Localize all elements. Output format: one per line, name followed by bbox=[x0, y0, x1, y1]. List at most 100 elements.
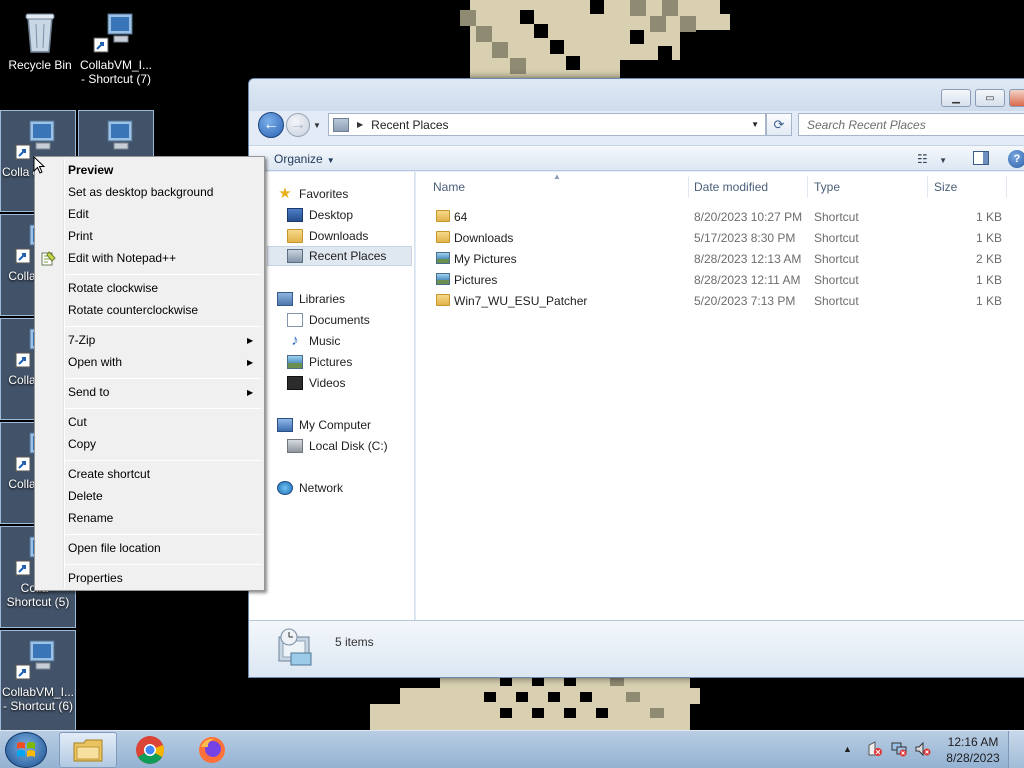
menu-item-send-to[interactable]: Send to bbox=[68, 385, 109, 399]
menu-item-edit[interactable]: Edit bbox=[68, 207, 89, 221]
menu-item-rotate-clockwise[interactable]: Rotate clockwise bbox=[68, 281, 158, 295]
help-button[interactable]: ? bbox=[1008, 150, 1024, 168]
column-divider[interactable] bbox=[927, 176, 928, 198]
file-type: Shortcut bbox=[814, 252, 859, 266]
search-input[interactable]: Search Recent Places bbox=[798, 113, 1024, 136]
file-size: 2 KB bbox=[976, 252, 1003, 266]
desktop-icon-collabvm-shortcut-7[interactable]: CollabVM_I... - Shortcut (7) bbox=[78, 4, 154, 106]
folder-icon bbox=[436, 210, 450, 222]
desktop-icon-recycle-bin[interactable]: Recycle Bin bbox=[2, 4, 78, 106]
command-bar: Organize ▼ ☷ ▼ ? bbox=[249, 145, 1024, 171]
desktop-icon-label: CollabVM_I... - Shortcut (7) bbox=[79, 58, 153, 86]
nav-pictures[interactable]: Pictures bbox=[287, 352, 352, 372]
show-desktop-button[interactable] bbox=[1008, 731, 1024, 768]
menu-item-cut[interactable]: Cut bbox=[68, 415, 87, 429]
nav-my-computer[interactable]: My Computer bbox=[277, 415, 371, 435]
nav-music[interactable]: ♪ Music bbox=[287, 331, 340, 351]
menu-item-rotate-counterclockwise[interactable]: Rotate counterclockwise bbox=[68, 303, 198, 317]
menu-item-edit-with-notepad-plus-plus[interactable]: Edit with Notepad++ bbox=[68, 251, 176, 265]
menu-item-set-as-desktop-background[interactable]: Set as desktop background bbox=[68, 185, 213, 199]
taskbar-windows-explorer-button[interactable] bbox=[59, 732, 117, 768]
volume-muted-icon[interactable] bbox=[915, 741, 931, 757]
star-icon: ★ bbox=[278, 185, 292, 202]
menu-item-print[interactable]: Print bbox=[68, 229, 93, 243]
menu-item-open-file-location[interactable]: Open file location bbox=[68, 541, 161, 555]
file-date: 5/17/2023 8:30 PM bbox=[694, 231, 796, 245]
menu-item-preview[interactable]: Preview bbox=[68, 163, 113, 177]
sort-ascending-icon: ▲ bbox=[553, 172, 561, 181]
nav-videos[interactable]: Videos bbox=[287, 373, 345, 393]
folder-icon bbox=[73, 739, 103, 762]
file-date: 5/20/2023 7:13 PM bbox=[694, 294, 796, 308]
breadcrumb-chevron-icon[interactable]: ▶ bbox=[357, 120, 363, 129]
close-button[interactable]: ✕ bbox=[1009, 89, 1024, 107]
file-type: Shortcut bbox=[814, 273, 859, 287]
column-header-date-modified[interactable]: Date modified bbox=[694, 180, 768, 194]
nav-label: Recent Places bbox=[309, 249, 387, 263]
nav-downloads[interactable]: Downloads bbox=[287, 226, 368, 246]
file-row[interactable]: My Pictures 8/28/2023 12:13 AM Shortcut … bbox=[416, 248, 1024, 269]
help-icon: ? bbox=[1013, 153, 1021, 165]
nav-label: Libraries bbox=[299, 292, 346, 306]
column-divider[interactable] bbox=[807, 176, 808, 198]
nav-favorites[interactable]: ★ Favorites bbox=[277, 184, 348, 204]
recent-pages-dropdown[interactable]: ▼ bbox=[313, 121, 321, 130]
start-button[interactable] bbox=[5, 732, 47, 768]
nav-label: Pictures bbox=[309, 355, 353, 369]
file-row[interactable]: Pictures 8/28/2023 12:11 AM Shortcut 1 K… bbox=[416, 269, 1024, 290]
nav-recent-places[interactable]: Recent Places bbox=[267, 246, 412, 266]
address-bar[interactable]: ▶ Recent Places ▼ bbox=[328, 113, 766, 136]
menu-item-create-shortcut[interactable]: Create shortcut bbox=[68, 467, 150, 481]
file-list[interactable]: ▲ Name Date modified Type Size 64 8/20/2… bbox=[416, 172, 1024, 620]
file-size: 1 KB bbox=[976, 294, 1003, 308]
nav-libraries[interactable]: Libraries bbox=[277, 289, 345, 309]
address-dropdown-icon[interactable]: ▼ bbox=[751, 120, 759, 129]
minimize-button[interactable]: ▁ bbox=[941, 89, 971, 107]
column-header-type[interactable]: Type bbox=[814, 180, 840, 194]
refresh-button[interactable]: ⟳ bbox=[766, 113, 792, 136]
forward-button[interactable]: → bbox=[286, 113, 310, 137]
preview-pane-button[interactable] bbox=[973, 151, 989, 165]
notification-area: ▲ bbox=[843, 741, 943, 759]
taskbar-firefox-button[interactable] bbox=[183, 732, 241, 768]
nav-label: Music bbox=[309, 334, 341, 348]
nav-local-disk-c[interactable]: Local Disk (C:) bbox=[287, 436, 388, 456]
nav-desktop[interactable]: Desktop bbox=[287, 205, 353, 225]
libraries-icon bbox=[277, 292, 293, 306]
menu-item-copy[interactable]: Copy bbox=[68, 437, 96, 451]
menu-item-rename[interactable]: Rename bbox=[68, 511, 113, 525]
file-name: Downloads bbox=[454, 231, 514, 245]
taskbar-chrome-button[interactable] bbox=[121, 732, 179, 768]
column-divider[interactable] bbox=[688, 176, 689, 198]
network-status-icon[interactable] bbox=[891, 741, 907, 757]
recent-places-icon bbox=[333, 117, 349, 132]
menu-item-delete[interactable]: Delete bbox=[68, 489, 103, 503]
column-header-size[interactable]: Size bbox=[934, 180, 957, 194]
system-clock[interactable]: 12:16 AM 8/28/2023 bbox=[945, 734, 1001, 766]
change-view-button[interactable]: ☷ ▼ bbox=[917, 152, 947, 166]
back-button[interactable]: ← bbox=[258, 112, 284, 138]
organize-button[interactable]: Organize ▼ bbox=[274, 152, 335, 166]
show-hidden-icons-button[interactable]: ▲ bbox=[843, 744, 859, 760]
column-divider[interactable] bbox=[1006, 176, 1007, 198]
action-center-icon[interactable] bbox=[867, 741, 883, 757]
title-bar[interactable] bbox=[249, 79, 1024, 111]
file-row[interactable]: Win7_WU_ESU_Patcher 5/20/2023 7:13 PM Sh… bbox=[416, 290, 1024, 311]
column-header-name[interactable]: Name bbox=[433, 180, 465, 194]
desktop-icon-collabvm-shortcut-6[interactable]: CollabVM_I... - Shortcut (6) bbox=[0, 630, 76, 732]
menu-separator bbox=[65, 274, 261, 275]
file-row[interactable]: Downloads 5/17/2023 8:30 PM Shortcut 1 K… bbox=[416, 227, 1024, 248]
chevron-down-icon: ▼ bbox=[939, 156, 948, 165]
menu-item-properties[interactable]: Properties bbox=[68, 571, 123, 585]
nav-network[interactable]: Network bbox=[277, 478, 343, 498]
file-row[interactable]: 64 8/20/2023 10:27 PM Shortcut 1 KB bbox=[416, 206, 1024, 227]
chrome-icon bbox=[136, 736, 164, 764]
desktop-icon-label: CollabVM_I... - Shortcut (6) bbox=[1, 685, 75, 713]
refresh-icon: ⟳ bbox=[773, 116, 785, 132]
explorer-window[interactable]: ▁ ▭ ✕ ← → ▼ ▶ Recent Places ▼ ⟳ Search R… bbox=[248, 78, 1024, 678]
menu-item-open-with[interactable]: Open with bbox=[68, 355, 122, 369]
breadcrumb-recent-places[interactable]: Recent Places bbox=[371, 118, 448, 132]
nav-documents[interactable]: Documents bbox=[287, 310, 370, 330]
menu-item-7-zip[interactable]: 7-Zip bbox=[68, 333, 95, 347]
maximize-button[interactable]: ▭ bbox=[975, 89, 1005, 107]
